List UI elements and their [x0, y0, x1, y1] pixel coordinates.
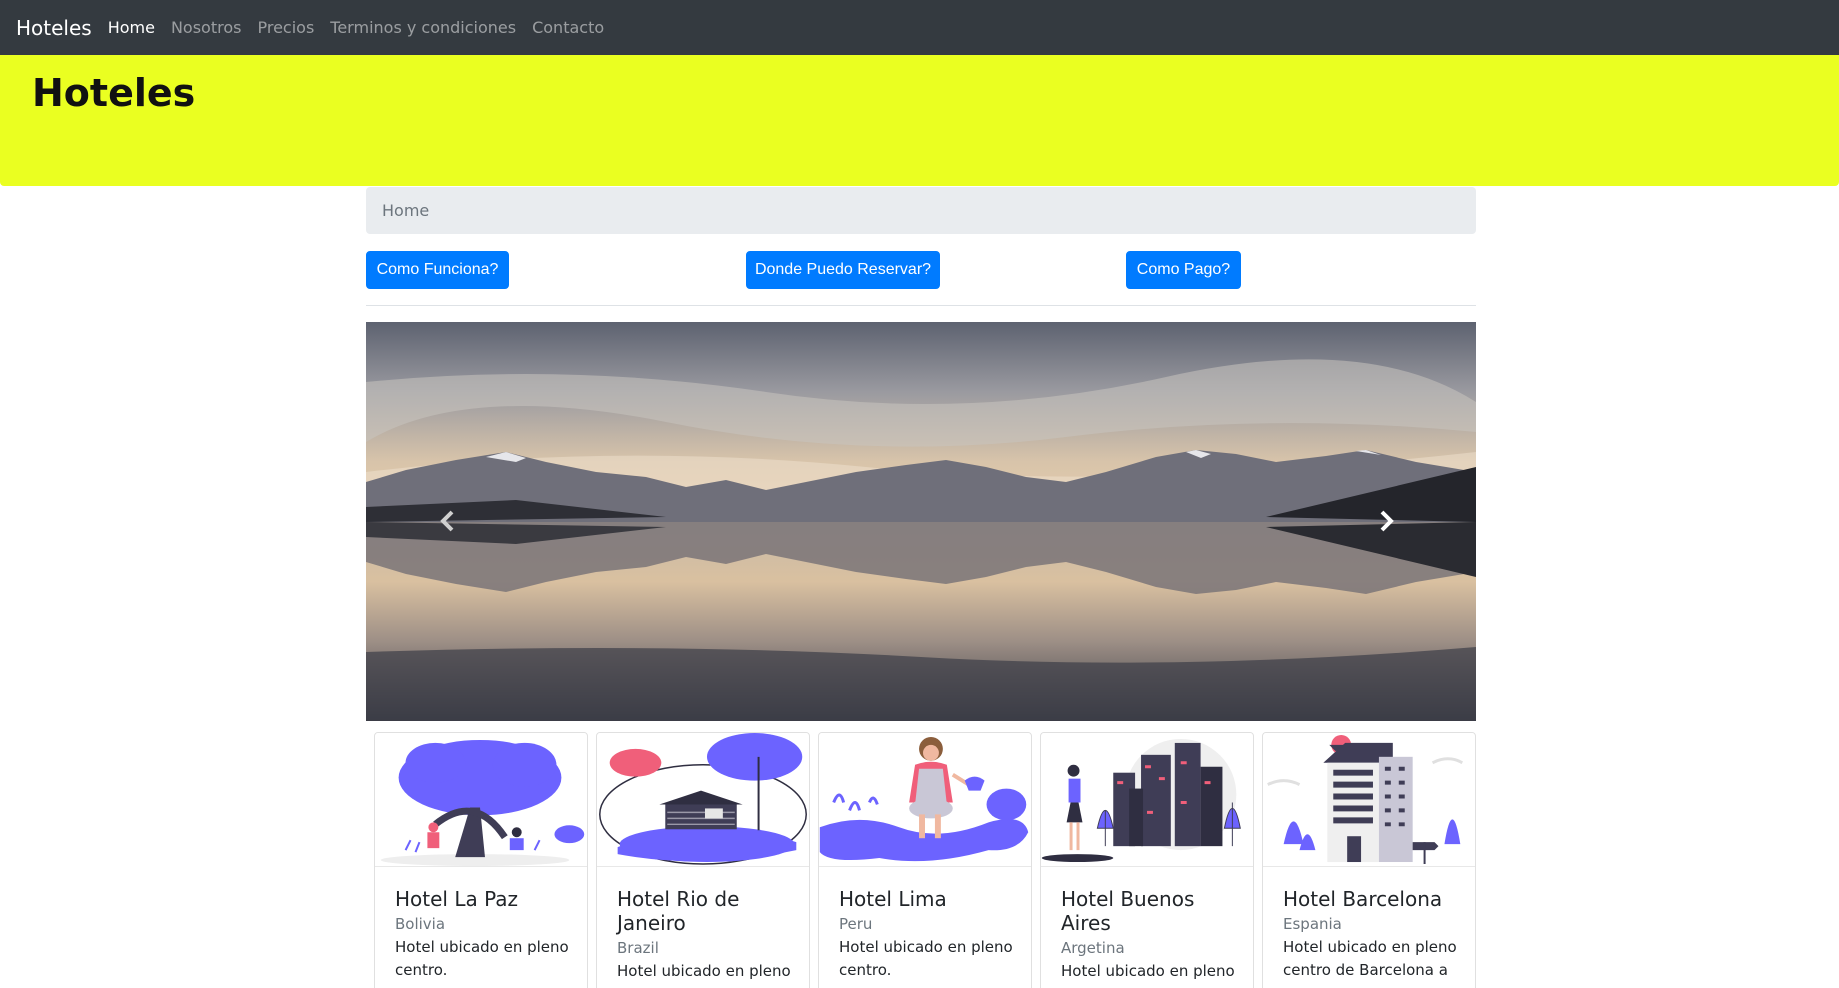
- como-pago-button[interactable]: Como Pago?: [1126, 251, 1241, 289]
- card-text: Hotel ubicado en pleno centro.: [395, 938, 569, 979]
- carousel-next-control[interactable]: [1368, 503, 1404, 539]
- city-buildings-illustration-icon: [1041, 733, 1253, 867]
- image-carousel: [366, 322, 1476, 721]
- card-title: Hotel Barcelona: [1283, 887, 1443, 911]
- divider: [366, 305, 1476, 306]
- hotel-card-la-paz[interactable]: Hotel La Paz Bolivia Hotel ubicado en pl…: [374, 732, 588, 988]
- card-subtitle: Brazil: [617, 939, 659, 957]
- card-subtitle: Argetina: [1061, 939, 1125, 957]
- top-navbar: Hoteles Home Nosotros Precios Terminos y…: [0, 0, 1839, 55]
- cabin-illustration-icon: [597, 733, 809, 867]
- hotel-card-lima[interactable]: Hotel Lima Peru Hotel ubicado en pleno c…: [818, 732, 1032, 988]
- card-title: Hotel Buenos Aires: [1061, 887, 1195, 935]
- nav-link-nosotros[interactable]: Nosotros: [163, 18, 250, 37]
- breadcrumb: Home: [366, 187, 1476, 234]
- card-text: Hotel ubicado en pleno: [617, 962, 791, 980]
- como-funciona-button[interactable]: Como Funciona?: [366, 251, 509, 289]
- donde-reservar-button[interactable]: Donde Puedo Reservar?: [746, 251, 940, 289]
- card-text: Hotel ubicado en pleno: [1061, 962, 1235, 980]
- card-title: Hotel La Paz: [395, 887, 519, 911]
- card-title: Hotel Lima: [839, 887, 947, 911]
- jumbotron-banner: Hoteles: [0, 55, 1839, 186]
- carousel-landscape-image: [366, 322, 1476, 721]
- card-title: Hotel Rio de Janeiro: [617, 887, 740, 935]
- hotel-card-buenos-aires[interactable]: Hotel Buenos Aires Argetina Hotel ubicad…: [1040, 732, 1254, 988]
- navbar-brand[interactable]: Hoteles: [16, 16, 92, 40]
- nav-link-terminos[interactable]: Terminos y condiciones: [322, 18, 524, 37]
- nav-links: Home Nosotros Precios Terminos y condici…: [100, 18, 612, 37]
- hotel-card-rio[interactable]: Hotel Rio de Janeiro Brazil Hotel ubicad…: [596, 732, 810, 988]
- carousel-prev-control[interactable]: [430, 503, 466, 539]
- hotel-building-illustration-icon: [1263, 733, 1475, 867]
- breadcrumb-item-home[interactable]: Home: [382, 201, 429, 220]
- page-title: Hoteles: [32, 71, 196, 115]
- tree-illustration-icon: [375, 733, 587, 867]
- card-subtitle: Bolivia: [395, 915, 446, 933]
- woman-picnic-illustration-icon: [819, 733, 1031, 867]
- nav-link-home[interactable]: Home: [100, 18, 163, 37]
- nav-link-precios[interactable]: Precios: [249, 18, 322, 37]
- card-subtitle: Peru: [839, 915, 873, 933]
- chevron-left-icon: [440, 510, 454, 532]
- hotel-card-barcelona[interactable]: Hotel Barcelona Espania Hotel ubicado en…: [1262, 732, 1476, 988]
- chevron-right-icon: [1380, 510, 1394, 532]
- card-text: Hotel ubicado en pleno centro.: [839, 938, 1013, 979]
- card-text: Hotel ubicado en pleno centro de Barcelo…: [1283, 938, 1457, 979]
- nav-link-contacto[interactable]: Contacto: [524, 18, 612, 37]
- card-subtitle: Espania: [1283, 915, 1342, 933]
